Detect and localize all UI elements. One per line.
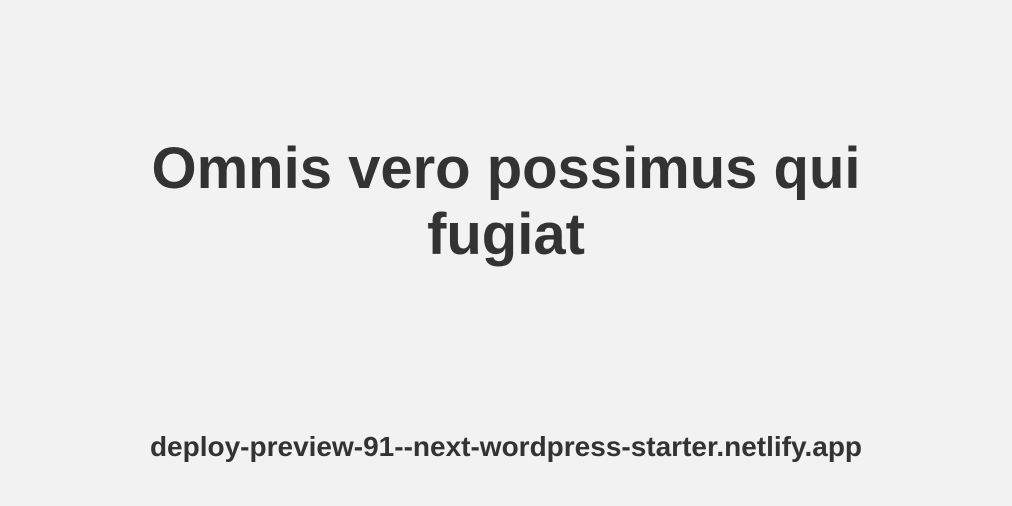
og-image-card: Omnis vero possimus qui fugiat deploy-pr… [0,0,1012,506]
site-domain: deploy-preview-91--next-wordpress-starte… [149,431,863,462]
post-title: Omnis vero possimus qui fugiat [151,136,861,267]
